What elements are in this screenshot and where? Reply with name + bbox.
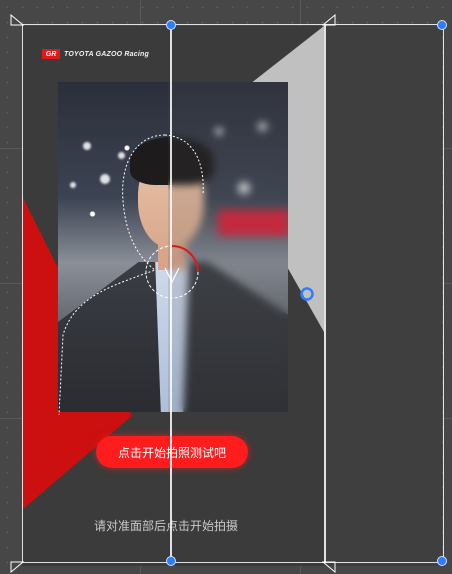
corner-marker-icon[interactable] bbox=[10, 14, 24, 26]
corner-marker-icon[interactable] bbox=[322, 14, 336, 26]
selection-box-right[interactable] bbox=[324, 24, 444, 563]
selection-handle-icon[interactable] bbox=[166, 556, 176, 566]
selection-handle-icon[interactable] bbox=[166, 20, 176, 30]
anchor-icon[interactable] bbox=[299, 286, 315, 302]
selection-box-left[interactable] bbox=[22, 24, 172, 563]
corner-marker-icon[interactable] bbox=[322, 561, 336, 573]
selection-handle-icon[interactable] bbox=[437, 20, 447, 30]
corner-marker-icon[interactable] bbox=[10, 561, 24, 573]
selection-handle-icon[interactable] bbox=[437, 556, 447, 566]
